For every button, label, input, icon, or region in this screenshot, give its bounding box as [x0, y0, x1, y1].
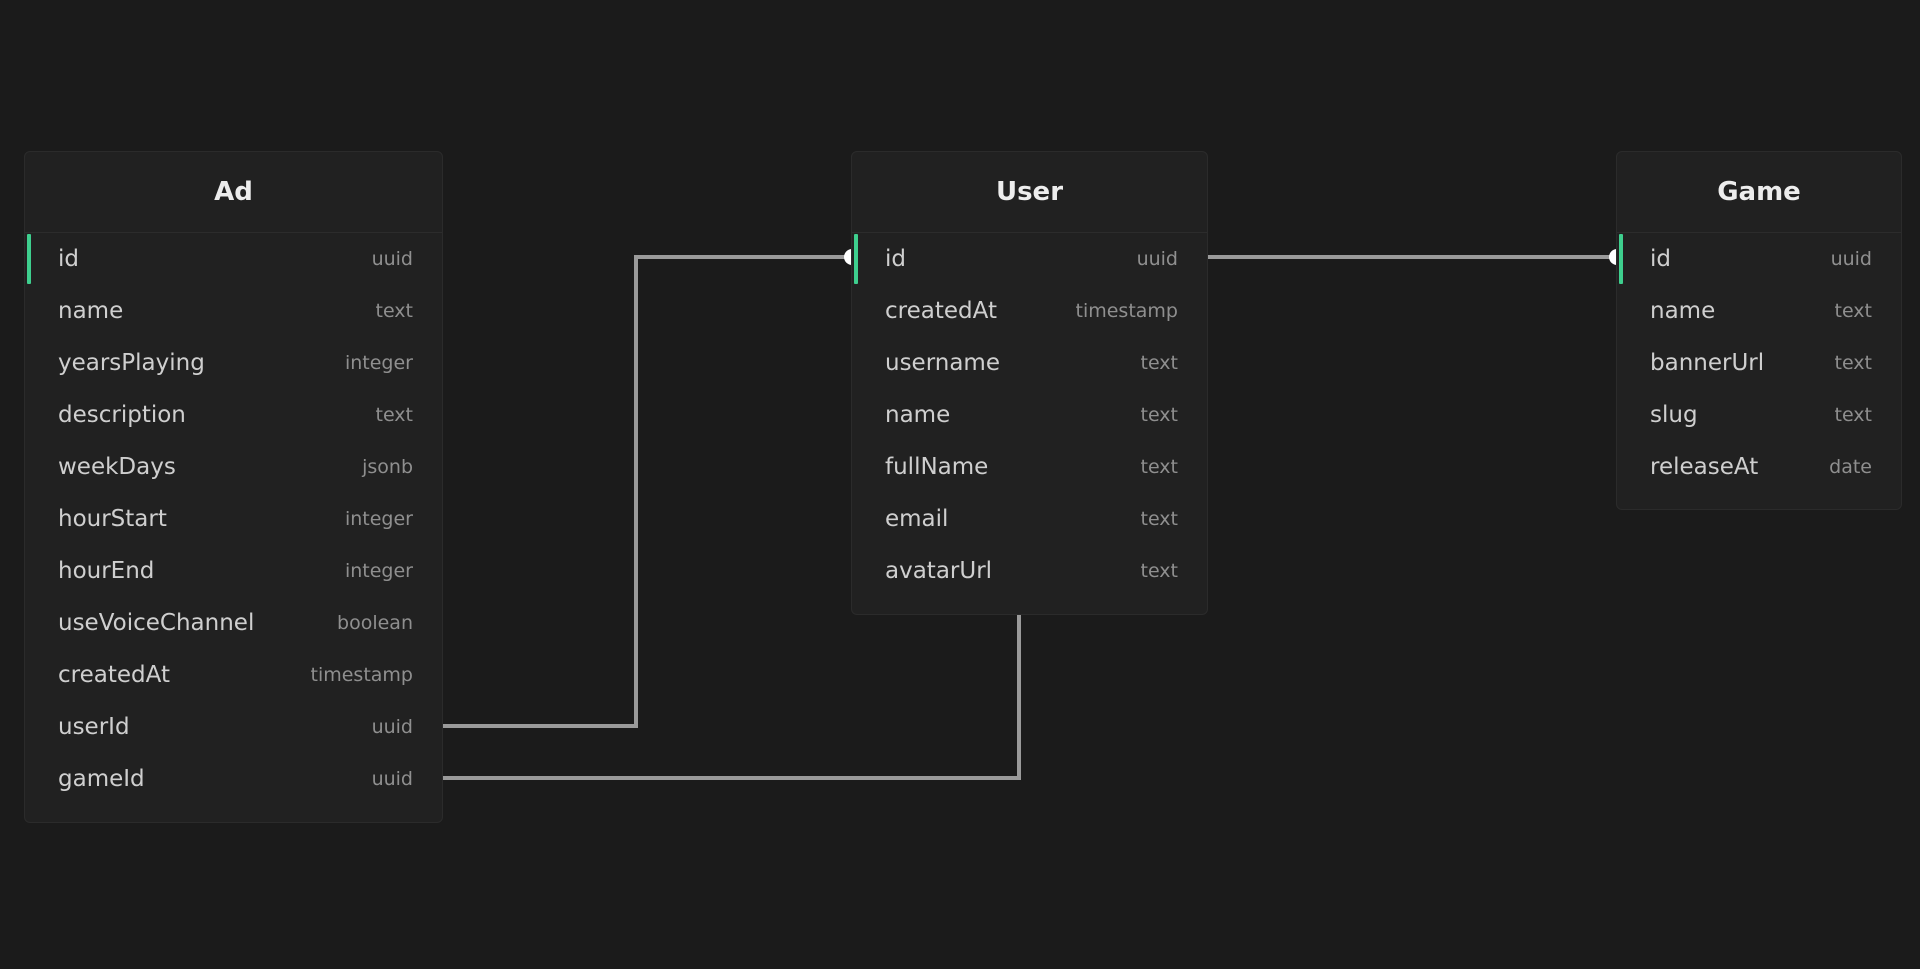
column-type: timestamp — [310, 664, 414, 686]
table-user[interactable]: User id uuid createdAt timestamp usernam… — [851, 151, 1208, 615]
column-row-name[interactable]: name text — [25, 285, 442, 337]
column-type: integer — [344, 560, 413, 582]
table-ad[interactable]: Ad id uuid name text yearsPlaying intege… — [24, 151, 443, 823]
column-name: avatarUrl — [885, 558, 993, 584]
column-row-yearsplaying[interactable]: yearsPlaying integer — [25, 337, 442, 389]
column-type: timestamp — [1075, 300, 1179, 322]
column-type: text — [375, 300, 414, 322]
relationship-ad-gameid-user — [443, 614, 1021, 780]
column-row-bannerurl[interactable]: bannerUrl text — [1617, 337, 1901, 389]
column-type: text — [1140, 560, 1179, 582]
column-row-hourstart[interactable]: hourStart integer — [25, 493, 442, 545]
column-name: slug — [1650, 402, 1698, 428]
table-game-title: Game — [1617, 152, 1901, 233]
column-row-id[interactable]: id uuid — [25, 233, 442, 285]
column-name: weekDays — [58, 454, 176, 480]
column-type: text — [1140, 456, 1179, 478]
column-name: id — [58, 246, 79, 272]
column-name: createdAt — [58, 662, 170, 688]
column-row-createdat[interactable]: createdAt timestamp — [852, 285, 1207, 337]
column-row-name[interactable]: name text — [852, 389, 1207, 441]
column-name: name — [1650, 298, 1716, 324]
column-type: uuid — [1136, 248, 1178, 270]
column-name: description — [58, 402, 186, 428]
column-name: hourStart — [58, 506, 167, 532]
column-type: uuid — [1830, 248, 1872, 270]
column-name: email — [885, 506, 949, 532]
column-type: text — [1834, 352, 1873, 374]
column-type: text — [375, 404, 414, 426]
column-row-releaseat[interactable]: releaseAt date — [1617, 441, 1901, 493]
column-type: boolean — [337, 612, 413, 634]
column-name: fullName — [885, 454, 989, 480]
column-name: id — [885, 246, 906, 272]
column-row-email[interactable]: email text — [852, 493, 1207, 545]
column-type: text — [1834, 300, 1873, 322]
column-type: date — [1829, 456, 1872, 478]
table-user-title: User — [852, 152, 1207, 233]
column-type: uuid — [371, 716, 413, 738]
column-name: bannerUrl — [1650, 350, 1765, 376]
table-game[interactable]: Game id uuid name text bannerUrl text sl… — [1616, 151, 1902, 510]
column-row-id[interactable]: id uuid — [852, 233, 1207, 285]
column-row-username[interactable]: username text — [852, 337, 1207, 389]
column-type: text — [1140, 352, 1179, 374]
column-name: userId — [58, 714, 130, 740]
column-row-name[interactable]: name text — [1617, 285, 1901, 337]
column-name: useVoiceChannel — [58, 610, 255, 636]
column-name: username — [885, 350, 1000, 376]
column-row-slug[interactable]: slug text — [1617, 389, 1901, 441]
column-type: integer — [344, 508, 413, 530]
column-row-userid[interactable]: userId uuid — [25, 701, 442, 753]
column-name: yearsPlaying — [58, 350, 205, 376]
column-row-fullname[interactable]: fullName text — [852, 441, 1207, 493]
column-name: releaseAt — [1650, 454, 1759, 480]
column-name: createdAt — [885, 298, 997, 324]
column-type: text — [1140, 404, 1179, 426]
column-name: name — [885, 402, 951, 428]
column-name: hourEnd — [58, 558, 155, 584]
diagram-canvas: Ad id uuid name text yearsPlaying intege… — [0, 0, 1920, 969]
column-name: name — [58, 298, 124, 324]
column-type: uuid — [371, 768, 413, 790]
column-name: id — [1650, 246, 1671, 272]
column-type: jsonb — [362, 456, 413, 478]
relationship-ad-userid-user-id — [443, 255, 851, 728]
column-type: text — [1834, 404, 1873, 426]
column-type: integer — [344, 352, 413, 374]
column-name: gameId — [58, 766, 145, 792]
column-row-hourend[interactable]: hourEnd integer — [25, 545, 442, 597]
column-type: uuid — [371, 248, 413, 270]
column-row-avatarurl[interactable]: avatarUrl text — [852, 545, 1207, 597]
column-row-id[interactable]: id uuid — [1617, 233, 1901, 285]
column-row-usevoicechannel[interactable]: useVoiceChannel boolean — [25, 597, 442, 649]
column-row-gameid[interactable]: gameId uuid — [25, 753, 442, 805]
column-type: text — [1140, 508, 1179, 530]
table-ad-title: Ad — [25, 152, 442, 233]
column-row-description[interactable]: description text — [25, 389, 442, 441]
column-row-createdat[interactable]: createdAt timestamp — [25, 649, 442, 701]
column-row-weekdays[interactable]: weekDays jsonb — [25, 441, 442, 493]
